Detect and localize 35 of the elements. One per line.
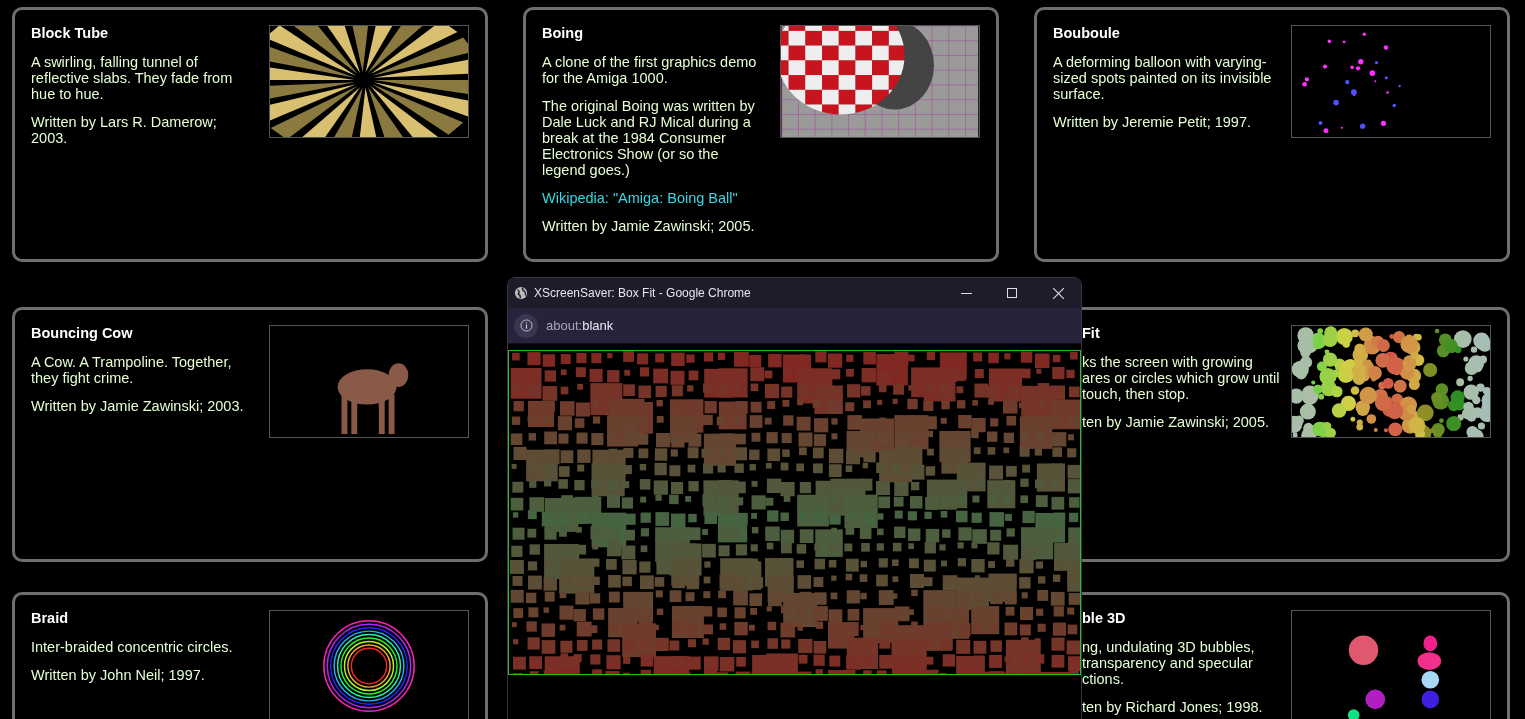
description-text: ten by Richard Jones; 1998. (1082, 699, 1264, 715)
card-title: Fit (1082, 324, 1101, 342)
card-title: Boing (542, 24, 585, 42)
description-text: A swirling, falling tunnel of reflective slabs. They fade from hue to hue. (31, 54, 234, 102)
description-text: Written by Lars R. Damerow; 2003. (31, 114, 218, 146)
wikipedia-link[interactable]: Wikipedia: "Amiga: Boing Ball" (542, 190, 766, 206)
description-text: Written by Jeremie Petit; 1997. (1053, 114, 1252, 130)
description-text: touch, then stop. (1082, 386, 1191, 402)
address-text[interactable]: about:blank (546, 315, 614, 336)
maximize-icon (1007, 288, 1017, 298)
description-text: Inter-braided concentric circles. (31, 639, 234, 655)
info-icon (519, 319, 533, 332)
description-text: A deforming balloon with varying-sized spots painted on its invisible surface. (1053, 54, 1273, 102)
description-text: A Cow. A Trampoline. Together, they fight crime. (31, 354, 233, 386)
close-icon (1052, 287, 1064, 299)
description-text: Written by Jamie Zawinski; 2005. (542, 218, 756, 234)
description-text: ares or circles which grow until (1082, 370, 1277, 386)
card-title: Bouboule (1053, 24, 1121, 42)
card-title: Braid (31, 609, 70, 627)
card-title: Bouncing Cow (31, 324, 134, 342)
description-text: Written by John Neil; 1997. (31, 667, 206, 683)
minimize-icon (960, 292, 972, 294)
card-title: Block Tube (31, 24, 110, 42)
description-text: ten by Jamie Zawinski; 2005. (1082, 414, 1270, 430)
description-text: ng, undulating 3D bubbles, (1082, 639, 1256, 655)
description-text: transparency and specular (1082, 655, 1254, 671)
description-text: A clone of the first graphics demo for the Amiga 1000. (542, 54, 758, 86)
globe-icon (514, 286, 528, 300)
card-title: ble 3D (1082, 609, 1127, 627)
description-text: The original Boing was written by Dale Luck and RJ Mical during a break at the 1984 Consumer Electronics Show (or so the legend goes.) (542, 98, 756, 178)
description-text: ks the screen with growing (1082, 354, 1254, 370)
description-text: ctions. (1082, 671, 1125, 687)
site-info-button[interactable] (514, 313, 538, 338)
window-title: XScreenSaver: Box Fit - Google Chrome (534, 285, 752, 302)
description-text: Written by Jamie Zawinski; 2003. (31, 398, 245, 414)
